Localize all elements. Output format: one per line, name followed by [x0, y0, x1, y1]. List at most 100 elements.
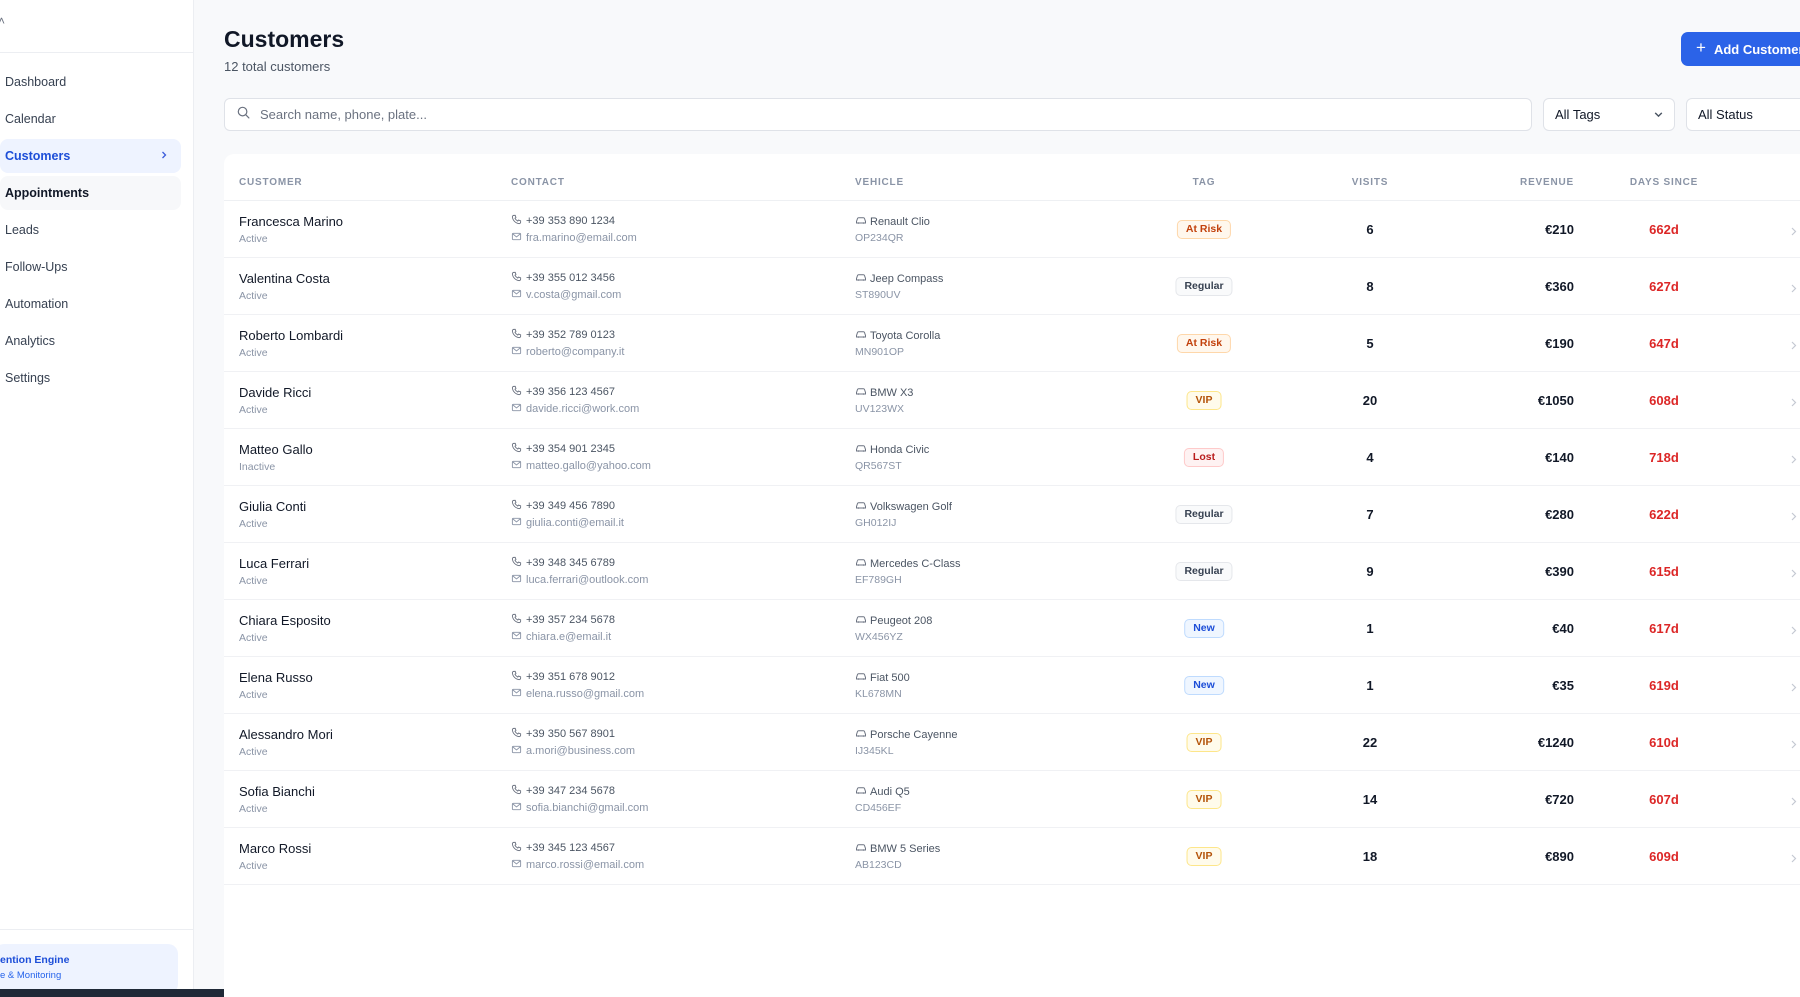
- table-row[interactable]: Alessandro Mori Active +39 350 567 8901 a.m…: [224, 714, 1800, 771]
- contact-phone[interactable]: +39 354 901 2345: [511, 442, 615, 456]
- sidebar-item-appointments[interactable]: Appointments: [0, 176, 181, 210]
- contact-phone[interactable]: +39 350 567 8901: [511, 727, 615, 741]
- contact-phone[interactable]: +39 347 234 5678: [511, 784, 615, 798]
- column-header-revenue[interactable]: REVENUE: [1454, 177, 1574, 188]
- column-header-vehicle[interactable]: VEHICLE: [855, 177, 904, 188]
- table-row[interactable]: Chiara Esposito Active +39 357 234 5678 chi…: [224, 600, 1800, 657]
- table-row[interactable]: Francesca Marino Active +39 353 890 1234 fr…: [224, 201, 1800, 258]
- table-row[interactable]: Marco Rossi Active +39 345 123 4567 marco.r…: [224, 828, 1800, 885]
- customer-name[interactable]: Chiara Esposito: [239, 613, 331, 628]
- contact-email[interactable]: giulia.conti@email.it: [511, 516, 624, 530]
- chevron-right-icon[interactable]: [1789, 851, 1798, 869]
- chevron-right-icon[interactable]: [1789, 680, 1798, 698]
- page-title: Customers: [224, 26, 345, 52]
- customer-name[interactable]: Luca Ferrari: [239, 556, 309, 571]
- tag-badge: At Risk: [1176, 220, 1232, 239]
- customer-name[interactable]: Roberto Lombardi: [239, 328, 343, 343]
- chevron-right-icon[interactable]: [1789, 737, 1798, 755]
- contact-phone[interactable]: +39 353 890 1234: [511, 214, 615, 228]
- sidebar-item-dashboard[interactable]: Dashboard: [0, 65, 181, 99]
- sidebar-item-customers[interactable]: Customers: [0, 139, 181, 173]
- contact-email[interactable]: chiara.e@email.it: [511, 630, 611, 644]
- contact-phone[interactable]: +39 355 012 3456: [511, 271, 615, 285]
- contact-email[interactable]: davide.ricci@work.com: [511, 402, 639, 416]
- contact-email[interactable]: sofia.bianchi@gmail.com: [511, 801, 648, 815]
- contact-email[interactable]: luca.ferrari@outlook.com: [511, 573, 648, 587]
- customer-name[interactable]: Valentina Costa: [239, 271, 330, 286]
- table-row[interactable]: Luca Ferrari Active +39 348 345 6789 luca.f…: [224, 543, 1800, 600]
- contact-email[interactable]: elena.russo@gmail.com: [511, 687, 644, 701]
- table-row[interactable]: Roberto Lombardi Active +39 352 789 0123 ro…: [224, 315, 1800, 372]
- contact-phone[interactable]: +39 349 456 7890: [511, 499, 615, 513]
- collapse-caret-icon[interactable]: ˄: [0, 14, 5, 28]
- sidebar-item-follow-ups[interactable]: Follow-Ups: [0, 250, 181, 284]
- contact-phone[interactable]: +39 352 789 0123: [511, 328, 615, 342]
- days-since-value: 662d: [1649, 222, 1679, 237]
- car-icon: [855, 272, 870, 285]
- chevron-right-icon[interactable]: [1789, 509, 1798, 527]
- car-icon: [855, 329, 870, 342]
- contact-phone[interactable]: +39 345 123 4567: [511, 841, 615, 855]
- column-header-contact[interactable]: CONTACT: [511, 177, 565, 188]
- chevron-right-icon[interactable]: [1789, 338, 1798, 356]
- contact-phone[interactable]: +39 348 345 6789: [511, 556, 615, 570]
- engine-status-card[interactable]: ention Engine e & Monitoring: [0, 944, 178, 994]
- chevron-right-icon[interactable]: [1789, 452, 1798, 470]
- chevron-right-icon[interactable]: [1789, 794, 1798, 812]
- chevron-right-icon[interactable]: [1789, 566, 1798, 584]
- contact-email[interactable]: marco.rossi@email.com: [511, 858, 644, 872]
- chevron-right-icon[interactable]: [1789, 623, 1798, 641]
- search-box[interactable]: [224, 98, 1532, 131]
- contact-phone[interactable]: +39 356 123 4567: [511, 385, 615, 399]
- mail-icon: [511, 516, 526, 530]
- days-since-value: 609d: [1649, 849, 1679, 864]
- add-customer-button[interactable]: + Add Customer: [1681, 32, 1800, 66]
- customer-name[interactable]: Marco Rossi: [239, 841, 311, 856]
- contact-phone[interactable]: +39 351 678 9012: [511, 670, 615, 684]
- contact-phone[interactable]: +39 357 234 5678: [511, 613, 615, 627]
- revenue-value: €1240: [1537, 735, 1574, 750]
- vehicle-name: BMW 5 Series: [870, 842, 941, 855]
- sidebar-item-leads[interactable]: Leads: [0, 213, 181, 247]
- search-input[interactable]: [260, 107, 1460, 122]
- customer-count: 12 total customers: [224, 59, 331, 74]
- email-address: matteo.gallo@yahoo.com: [526, 460, 651, 472]
- revenue-value: €720: [1545, 792, 1574, 807]
- add-customer-label: Add Customer: [1713, 41, 1800, 57]
- column-header-customer[interactable]: CUSTOMER: [239, 177, 302, 188]
- days-since-value: 615d: [1649, 564, 1679, 579]
- chevron-right-icon[interactable]: [1789, 395, 1798, 413]
- sidebar-item-settings[interactable]: Settings: [0, 361, 181, 395]
- customer-name[interactable]: Elena Russo: [239, 670, 313, 685]
- column-header-days-since[interactable]: DAYS SINCE: [1614, 177, 1714, 188]
- status-filter-select[interactable]: All Status: [1686, 98, 1800, 131]
- contact-email[interactable]: matteo.gallo@yahoo.com: [511, 459, 651, 473]
- customer-name[interactable]: Matteo Gallo: [239, 442, 313, 457]
- column-header-visits[interactable]: VISITS: [1330, 177, 1410, 188]
- table-row[interactable]: Sofia Bianchi Active +39 347 234 5678 sofia…: [224, 771, 1800, 828]
- table-row[interactable]: Davide Ricci Active +39 356 123 4567 davide…: [224, 372, 1800, 429]
- phone-number: +39 353 890 1234: [526, 215, 616, 227]
- engine-subtitle: e & Monitoring: [0, 970, 62, 981]
- chevron-right-icon[interactable]: [1789, 281, 1798, 299]
- customer-name[interactable]: Sofia Bianchi: [239, 784, 315, 799]
- sidebar-item-calendar[interactable]: Calendar: [0, 102, 181, 136]
- tags-filter-select[interactable]: All Tags: [1543, 98, 1675, 131]
- customer-name[interactable]: Francesca Marino: [239, 214, 343, 229]
- table-row[interactable]: Matteo Gallo Inactive +39 354 901 2345 matt…: [224, 429, 1800, 486]
- table-row[interactable]: Valentina Costa Active +39 355 012 3456 v.c…: [224, 258, 1800, 315]
- customer-name[interactable]: Alessandro Mori: [239, 727, 333, 742]
- contact-email[interactable]: a.mori@business.com: [511, 744, 635, 758]
- sidebar-item-analytics[interactable]: Analytics: [0, 324, 181, 358]
- table-row[interactable]: Elena Russo Active +39 351 678 9012 elena.r…: [224, 657, 1800, 714]
- customer-name[interactable]: Davide Ricci: [239, 385, 311, 400]
- chevron-right-icon[interactable]: [1789, 224, 1798, 242]
- column-header-tag[interactable]: TAG: [1169, 177, 1239, 188]
- contact-email[interactable]: fra.marino@email.com: [511, 231, 637, 245]
- contact-email[interactable]: roberto@company.it: [511, 345, 624, 359]
- contact-email[interactable]: v.costa@gmail.com: [511, 288, 621, 302]
- table-row[interactable]: Giulia Conti Active +39 349 456 7890 giulia…: [224, 486, 1800, 543]
- sidebar-item-automation[interactable]: Automation: [0, 287, 181, 321]
- customer-name[interactable]: Giulia Conti: [239, 499, 306, 514]
- vehicle-plate: UV123WX: [855, 403, 905, 415]
